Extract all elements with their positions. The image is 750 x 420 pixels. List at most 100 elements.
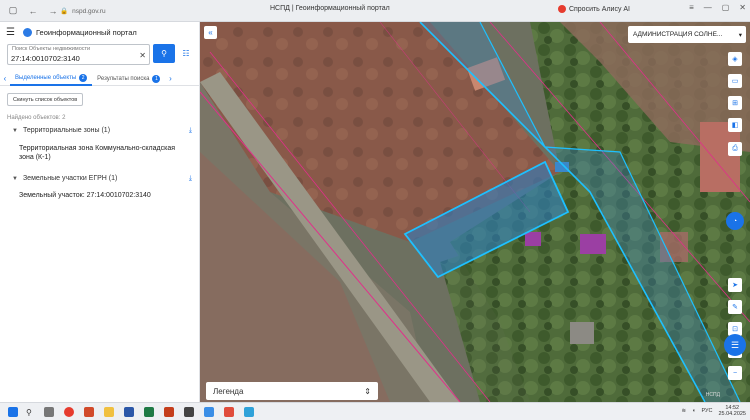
tab-selected-objects[interactable]: Выделенные объекты 2 (10, 72, 93, 86)
word-icon[interactable] (124, 407, 134, 417)
chat-icon: ☰ (730, 339, 740, 350)
window-controls: ≡ — ▢ ✕ (689, 3, 746, 12)
double-chevron-left-icon: « (208, 28, 213, 37)
app-icon[interactable] (84, 407, 94, 417)
taskbar: ⚲ ≋ ◖ РУС 14:52 25.04.2025 (0, 402, 750, 420)
assistant-button[interactable]: Спросить Алису AI (557, 5, 630, 13)
group-header-parcels[interactable]: ▼ Земельные участки ЕГРН (1) ⤓ (12, 175, 192, 182)
task-view-icon[interactable] (44, 407, 54, 417)
locate-icon: ➤ (732, 282, 738, 289)
download-icon[interactable]: ⤓ (189, 127, 192, 135)
lock-icon: 🔒 (60, 8, 69, 15)
scale-label: НСПД (705, 392, 720, 398)
tabs-prev-icon[interactable]: ‹ (0, 73, 10, 85)
wifi-icon[interactable]: ≋ (682, 408, 687, 414)
page-tab-title: НСПД | Геоинформационный портал (270, 5, 390, 12)
ruler-button[interactable]: ▭ (728, 74, 742, 88)
search-field[interactable]: Поиск Объекты недвижимости ✕ (7, 44, 150, 65)
yandex-browser-icon[interactable] (64, 407, 74, 417)
panel-header: ☰ Геоинформационный портал (0, 22, 199, 42)
satellite-imagery (200, 22, 750, 402)
group-title: Территориальные зоны (1) (22, 127, 111, 134)
search-label: Поиск Объекты недвижимости (12, 46, 91, 52)
tab-label: Результаты поиска (97, 75, 150, 82)
layer-select[interactable]: АДМИНИСТРАЦИЯ СОЛНЕ... ▾ (628, 26, 746, 43)
locate-button[interactable]: ➤ (728, 278, 742, 292)
excel-icon[interactable] (144, 407, 154, 417)
support-button[interactable]: ◔ (726, 212, 744, 230)
hamburger-menu-icon[interactable]: ☰ (6, 27, 15, 38)
app-icon[interactable] (244, 407, 254, 417)
zoom-out-icon: − (732, 369, 738, 377)
chat-button[interactable]: ☰ (724, 334, 746, 356)
result-tabs: ‹ Выделенные объекты 2 Результаты поиска… (0, 72, 200, 86)
expand-icon: ⇕ (364, 386, 371, 396)
portal-logo-icon (22, 27, 32, 37)
powerpoint-icon[interactable] (164, 407, 174, 417)
measure-button[interactable]: ◧ (728, 118, 742, 132)
layers-icon: ◈ (732, 56, 738, 63)
legend-toggle[interactable]: Легенда ⇕ (206, 382, 378, 400)
reset-objects-button[interactable]: Скинуть список объектов (7, 93, 84, 106)
chevron-down-icon: ▾ (738, 31, 742, 39)
print-icon: ⎙ (732, 145, 738, 152)
filter-icon: ☷ (182, 49, 190, 58)
browser-bar: ▢ ← → 🔒 nspd.gov.ru НСПД | Геоинформацио… (0, 0, 750, 22)
legend-label: Легенда (213, 386, 244, 396)
address-bar[interactable]: 🔒 nspd.gov.ru (60, 4, 150, 18)
start-icon[interactable] (8, 407, 18, 417)
menu-icon[interactable]: ≡ (689, 3, 694, 12)
print-button[interactable]: ⎙ (728, 142, 742, 156)
clock-date: 25.04.2025 (718, 411, 746, 417)
list-item[interactable]: Территориальная зона Коммунально-складск… (19, 144, 184, 162)
search-button[interactable]: ⚲ (153, 44, 175, 63)
tabs-next-icon[interactable]: › (165, 73, 175, 85)
layers-button[interactable]: ◈ (728, 52, 742, 66)
collapse-panel-button[interactable]: « (204, 26, 217, 39)
assistant-label: Спросить Алису AI (568, 5, 630, 13)
search-icon: ⚲ (161, 49, 167, 58)
zoom-out-button[interactable]: − (728, 366, 742, 380)
search-panel: ☰ Геоинформационный портал Поиск Объекты… (0, 22, 200, 402)
support-chat-icon: ◔ (732, 217, 738, 225)
explorer-icon[interactable] (104, 407, 114, 417)
tab-search-results[interactable]: Результаты поиска 1 (92, 72, 165, 86)
volume-icon[interactable]: ◖ (692, 408, 695, 414)
chevron-down-icon: ▼ (12, 175, 18, 182)
clock[interactable]: 14:52 25.04.2025 (718, 405, 746, 417)
map-canvas[interactable]: « АДМИНИСТРАЦИЯ СОЛНЕ... ▾ ◈ ▭ ⊞ ◧ ⎙ ◔ ➤… (200, 22, 750, 402)
tab-badge: 2 (79, 73, 88, 82)
sidebar-toggle-icon[interactable]: ▢ (6, 4, 20, 18)
forward-icon[interactable]: → (46, 4, 60, 18)
group-title: Земельные участки ЕГРН (1) (22, 175, 118, 182)
list-item[interactable]: Земельный участок: 27:14:0010702:3140 (19, 191, 184, 200)
back-icon[interactable]: ← (26, 4, 40, 18)
zoom-fit-icon: ⊡ (732, 326, 738, 333)
group-header-zones[interactable]: ▼ Территориальные зоны (1) ⤓ (12, 127, 192, 134)
layer-select-value: АДМИНИСТРАЦИЯ СОЛНЕ... (633, 31, 723, 38)
download-icon[interactable]: ⤓ (189, 175, 192, 183)
clear-search-icon[interactable]: ✕ (139, 51, 146, 60)
tab-badge: 1 (152, 74, 161, 83)
filter-button[interactable]: ☷ (179, 44, 193, 63)
system-tray: ≋ ◖ РУС 14:52 25.04.2025 (682, 405, 746, 417)
address-bar-url: nspd.gov.ru (72, 7, 106, 15)
panel-title: Геоинформационный портал (35, 27, 137, 37)
draw-icon: ✎ (732, 304, 738, 311)
app-icon[interactable] (184, 407, 194, 417)
app-icon[interactable] (224, 407, 234, 417)
tab-label: Выделенные объекты (15, 74, 77, 81)
close-icon[interactable]: ✕ (739, 3, 746, 12)
minimize-icon[interactable]: — (704, 3, 712, 12)
search-input[interactable] (11, 53, 136, 64)
taskbar-search-icon[interactable]: ⚲ (26, 408, 32, 417)
ruler-icon: ▭ (731, 78, 739, 85)
chevron-down-icon: ▼ (12, 127, 18, 134)
maximize-icon[interactable]: ▢ (722, 3, 730, 12)
language-indicator[interactable]: РУС (701, 408, 712, 414)
app-icon[interactable] (204, 407, 214, 417)
draw-button[interactable]: ✎ (728, 300, 742, 314)
search-area-button[interactable]: ⊞ (728, 96, 742, 110)
search-area-icon: ⊞ (732, 100, 738, 107)
found-count: Найдено объектов: 2 (7, 115, 66, 121)
